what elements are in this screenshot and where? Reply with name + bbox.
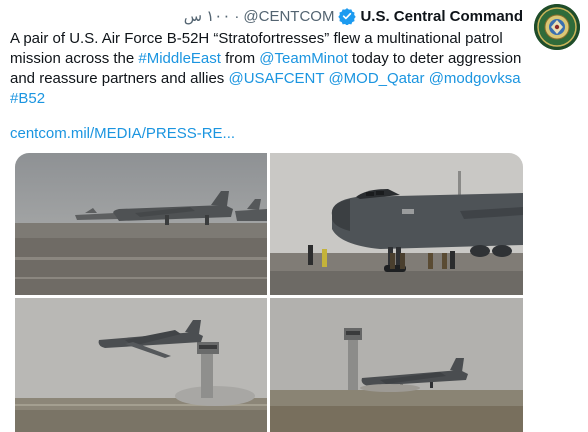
tweet-header: U.S. Central Command @CENTCOM · ١٠٠ س [184, 6, 523, 26]
hashtag-link[interactable]: #B52 [10, 90, 45, 107]
separator-dot: · [234, 7, 240, 25]
handle[interactable]: @CENTCOM [243, 8, 334, 25]
mention-link[interactable]: @modgovksa [429, 70, 521, 87]
tweet-text: A pair of U.S. Air Force B-52H “Stratofo… [10, 29, 525, 109]
hashtag-link[interactable]: #MiddleEast [138, 50, 221, 67]
photo-b52-parked[interactable] [15, 153, 267, 295]
mention-link[interactable]: @TeamMinot [259, 50, 348, 67]
display-name[interactable]: U.S. Central Command [360, 8, 523, 25]
photo-b52-takeoff-right[interactable] [270, 298, 523, 432]
tweet-text-segment: from [220, 50, 260, 67]
timestamp[interactable]: ١٠٠ س [184, 7, 231, 25]
mention-link[interactable]: @USAFCENT [228, 70, 324, 87]
photo-b52-nose-crew[interactable] [270, 153, 523, 295]
tweet-link[interactable]: centcom.mil/MEDIA/PRESS-RE... [10, 125, 235, 142]
mention-link[interactable]: @MOD_Qatar [328, 70, 424, 87]
avatar[interactable] [534, 4, 580, 50]
media-grid [15, 153, 523, 432]
verified-badge-icon [338, 7, 357, 25]
tweet-card[interactable]: U.S. Central Command @CENTCOM · ١٠٠ س A … [0, 0, 588, 432]
photo-b52-takeoff-left[interactable] [15, 298, 267, 432]
